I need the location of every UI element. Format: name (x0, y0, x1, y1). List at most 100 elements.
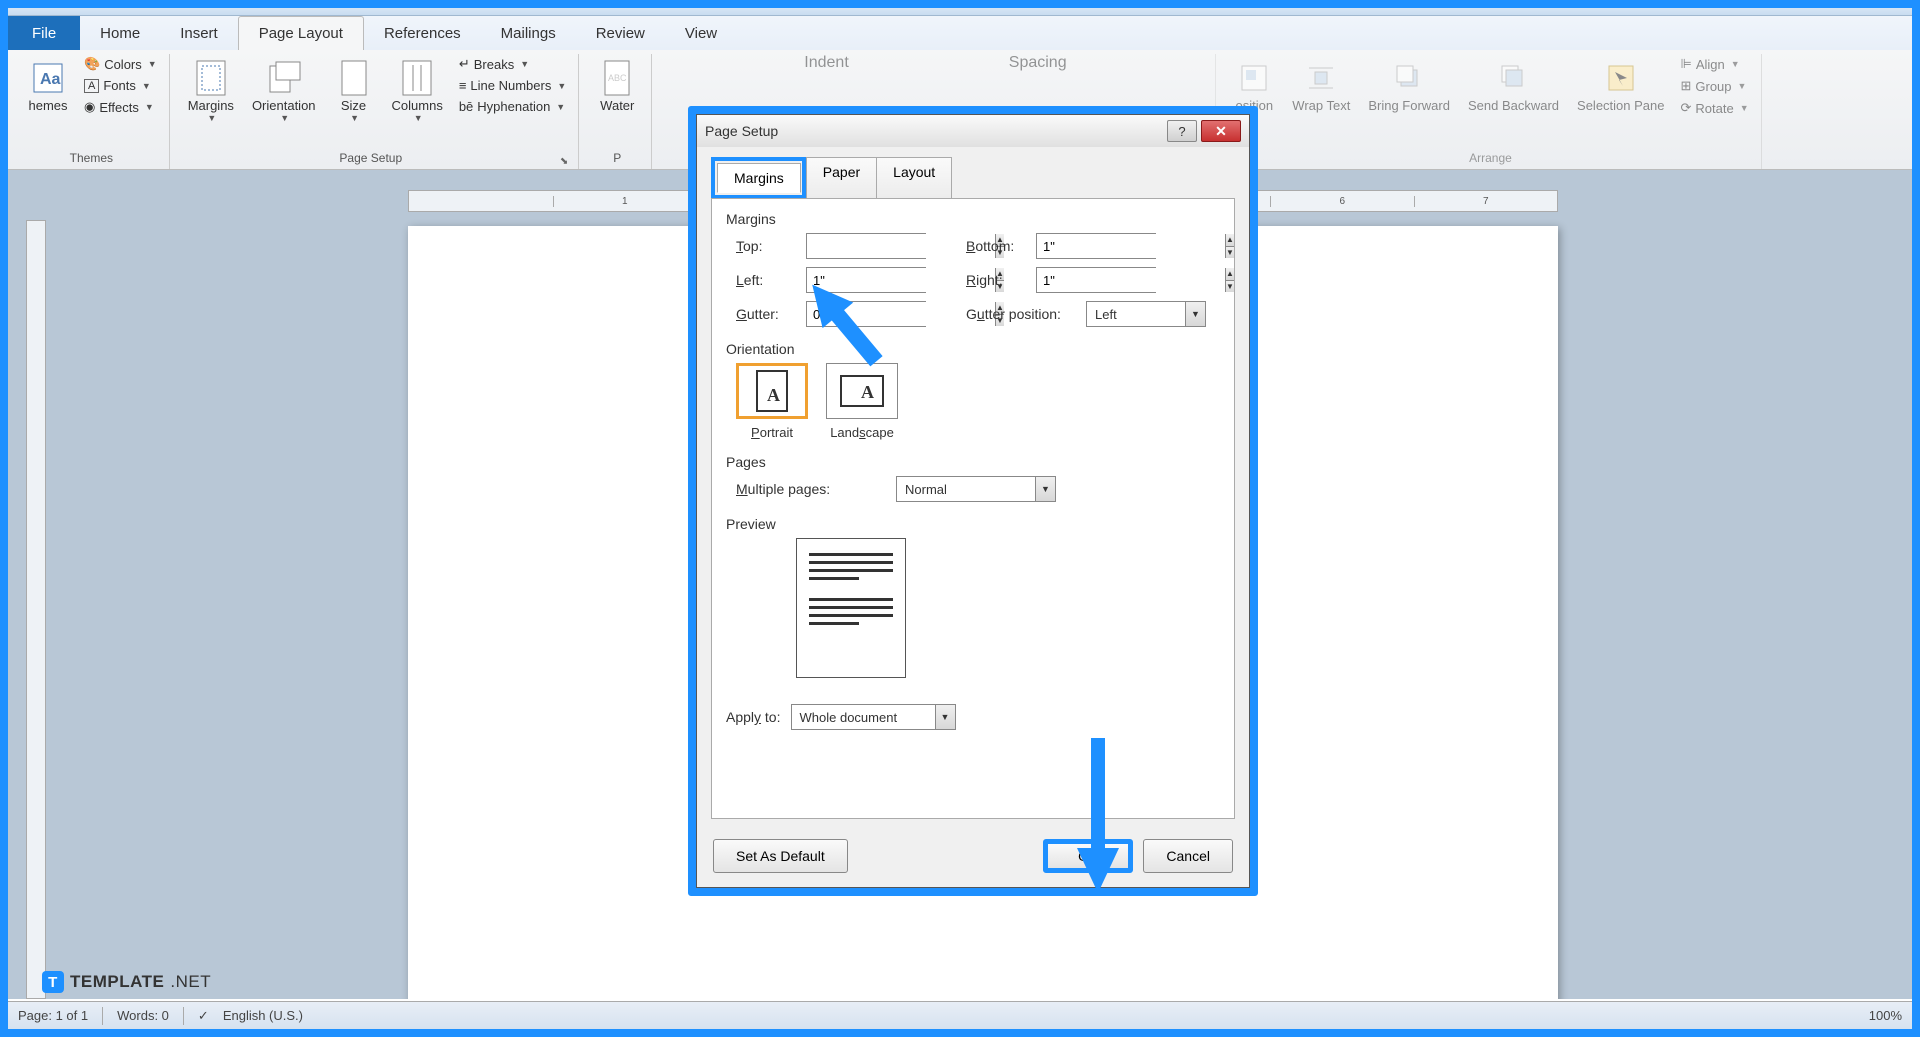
send-backward-label: Send Backward (1468, 98, 1559, 113)
spinner-down-icon[interactable]: ▼ (1226, 281, 1234, 293)
size-button[interactable]: Size ▼ (328, 54, 380, 127)
ok-button[interactable]: OK (1043, 839, 1133, 873)
rotate-button[interactable]: ⟳Rotate▼ (1676, 98, 1752, 118)
size-icon (334, 58, 374, 98)
tab-view[interactable]: View (665, 16, 737, 50)
template-net-watermark: T TEMPLATE.NET (42, 971, 211, 993)
margins-button[interactable]: Margins ▼ (182, 54, 240, 127)
gutter-input[interactable]: ▲▼ (806, 301, 926, 327)
group-themes: Aa hemes 🎨 Colors ▼ A Fonts ▼ (14, 54, 170, 169)
bring-forward-label: Bring Forward (1368, 98, 1450, 113)
chevron-down-icon: ▼ (1731, 59, 1740, 69)
gutter-position-select[interactable]: Left ▼ (1086, 301, 1206, 327)
orientation-icon (264, 58, 304, 98)
chevron-down-icon: ▼ (1740, 103, 1749, 113)
dialog-titlebar[interactable]: Page Setup ? ✕ (697, 115, 1249, 147)
tab-insert[interactable]: Insert (160, 16, 238, 50)
top-label: Top: (736, 238, 796, 254)
spinner-up-icon[interactable]: ▲ (1226, 234, 1234, 247)
selection-pane-button[interactable]: Selection Pane (1571, 54, 1670, 117)
chevron-down-icon[interactable]: ▼ (1035, 477, 1055, 501)
dialog-tab-paper[interactable]: Paper (806, 157, 877, 199)
right-margin-input[interactable]: ▲▼ (1036, 267, 1156, 293)
line-numbers-label: Line Numbers (470, 78, 551, 93)
watermark-label: Water (600, 98, 634, 113)
bottom-label: Bottom: (966, 238, 1026, 254)
proofing-icon[interactable]: ✓ (198, 1008, 209, 1024)
bring-forward-button[interactable]: Bring Forward (1362, 54, 1456, 117)
top-margin-input[interactable]: ▲▼ (806, 233, 926, 259)
group-button[interactable]: ⊞Group▼ (1676, 76, 1752, 96)
chevron-down-icon: ▼ (520, 59, 529, 69)
orientation-fieldset: Orientation Portrait Landscape (726, 341, 1220, 440)
margins-fieldset-label: Margins (726, 211, 1220, 227)
right-value-field[interactable] (1037, 268, 1225, 292)
dialog-tab-layout[interactable]: Layout (876, 157, 952, 199)
fonts-button[interactable]: A Fonts ▼ (80, 76, 161, 95)
multiple-pages-select[interactable]: Normal ▼ (896, 476, 1056, 502)
send-backward-icon (1494, 58, 1534, 98)
title-bar (8, 8, 1912, 16)
tab-file[interactable]: File (8, 16, 80, 50)
tab-mailings[interactable]: Mailings (481, 16, 576, 50)
page-bg-group-label: P (591, 149, 643, 169)
hyphenation-button[interactable]: bē Hyphenation ▼ (455, 97, 570, 116)
portrait-icon (756, 370, 788, 412)
line-numbers-button[interactable]: ≡ Line Numbers ▼ (455, 76, 570, 95)
orientation-landscape-option[interactable]: Landscape (826, 363, 898, 440)
breaks-button[interactable]: ↵ Breaks ▼ (455, 54, 570, 74)
page-setup-launcher[interactable]: ⬊ (560, 156, 568, 167)
columns-button[interactable]: Columns ▼ (386, 54, 449, 127)
margins-icon (191, 58, 231, 98)
effects-button[interactable]: ◉ Effects ▼ (80, 97, 161, 117)
dialog-close-button[interactable]: ✕ (1201, 120, 1241, 142)
status-zoom[interactable]: 100% (1869, 1008, 1902, 1023)
orientation-portrait-option[interactable]: Portrait (736, 363, 808, 440)
spinner-up-icon[interactable]: ▲ (1226, 268, 1234, 281)
status-bar: Page: 1 of 1 Words: 0 ✓ English (U.S.) 1… (8, 1001, 1912, 1029)
ruler-tick: 7 (1414, 196, 1558, 207)
chevron-down-icon: ▼ (556, 102, 565, 112)
status-language[interactable]: English (U.S.) (223, 1008, 303, 1023)
bottom-margin-input[interactable]: ▲▼ (1036, 233, 1156, 259)
chevron-down-icon[interactable]: ▼ (1185, 302, 1205, 326)
status-words[interactable]: Words: 0 (117, 1008, 169, 1023)
colors-button[interactable]: 🎨 Colors ▼ (80, 54, 161, 74)
landscape-label: Landscape (830, 425, 894, 440)
right-label: Right: (966, 272, 1026, 288)
chevron-down-icon: ▼ (414, 113, 423, 123)
align-button[interactable]: ⊫Align▼ (1676, 54, 1752, 74)
chevron-down-icon: ▼ (148, 59, 157, 69)
chevron-down-icon: ▼ (280, 113, 289, 123)
send-backward-button[interactable]: Send Backward (1462, 54, 1565, 117)
orientation-button[interactable]: Orientation ▼ (246, 54, 322, 127)
tab-page-layout[interactable]: Page Layout (238, 16, 364, 50)
watermark-icon: ABC (597, 58, 637, 98)
hyphenation-icon: bē (459, 99, 473, 114)
vertical-ruler[interactable] (26, 220, 46, 999)
fonts-label: Fonts (103, 78, 136, 93)
chevron-down-icon[interactable]: ▼ (935, 705, 955, 729)
set-as-default-button[interactable]: Set As Default (713, 839, 848, 873)
watermark-button[interactable]: ABC Water (591, 54, 643, 117)
cancel-button[interactable]: Cancel (1143, 839, 1233, 873)
preview-thumbnail (796, 538, 906, 678)
tab-references[interactable]: References (364, 16, 481, 50)
dialog-help-button[interactable]: ? (1167, 120, 1197, 142)
tab-review[interactable]: Review (576, 16, 665, 50)
dialog-tab-margins[interactable]: Margins (717, 163, 801, 193)
effects-icon: ◉ (84, 99, 95, 115)
wrap-text-button[interactable]: Wrap Text (1286, 54, 1356, 117)
left-margin-input[interactable]: ▲▼ (806, 267, 926, 293)
bottom-value-field[interactable] (1037, 234, 1225, 258)
spinner-down-icon[interactable]: ▼ (1226, 247, 1234, 259)
breaks-label: Breaks (474, 57, 514, 72)
selection-pane-label: Selection Pane (1577, 98, 1664, 113)
tab-home[interactable]: Home (80, 16, 160, 50)
status-page[interactable]: Page: 1 of 1 (18, 1008, 88, 1023)
themes-button[interactable]: Aa hemes (22, 54, 74, 117)
group-arrange: osition Wrap Text Bring Forward Send Bac… (1220, 54, 1761, 169)
watermark-text: TEMPLATE (70, 972, 164, 992)
apply-to-select[interactable]: Whole document ▼ (791, 704, 956, 730)
multiple-pages-value: Normal (897, 482, 1035, 497)
